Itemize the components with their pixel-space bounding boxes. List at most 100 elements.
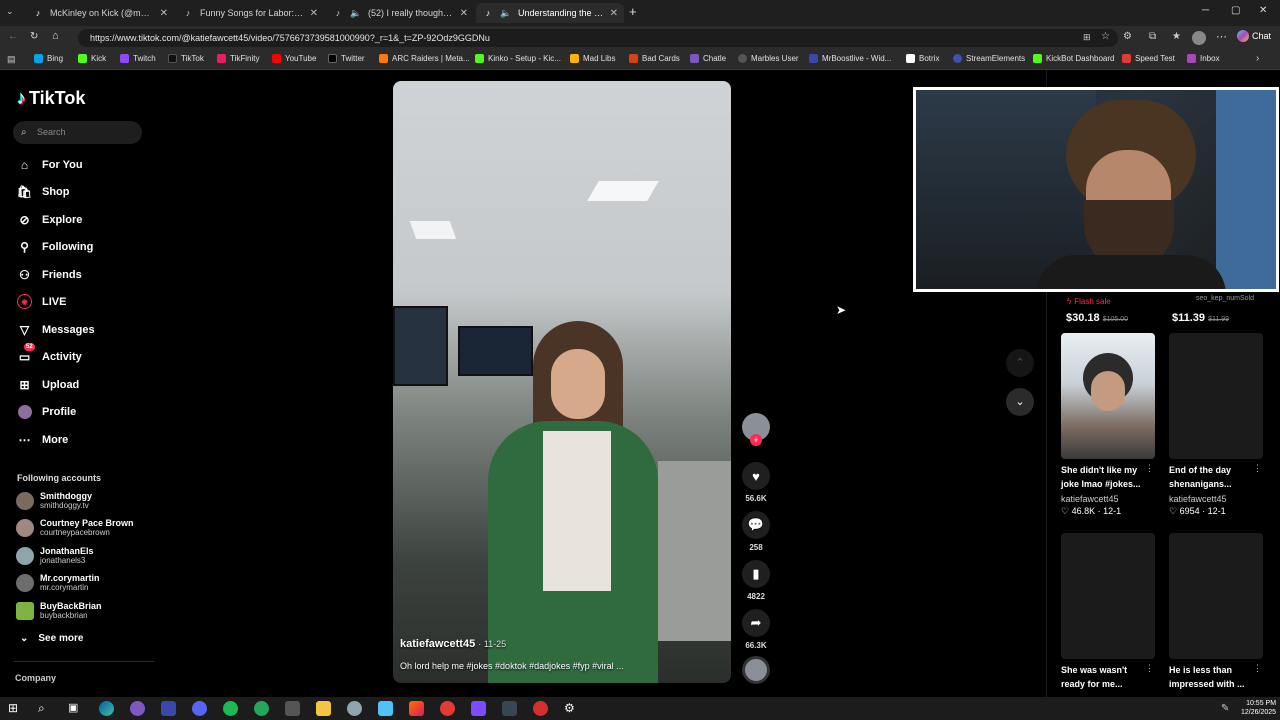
- app-icon[interactable]: [502, 701, 517, 716]
- app-icon[interactable]: [254, 701, 269, 716]
- browser-tab-1[interactable]: ♪ McKinley on Kick (@mckinley.tv) | ✕: [26, 3, 174, 23]
- bookmark-tikfinity[interactable]: TikFinity: [217, 54, 259, 63]
- video-author[interactable]: katiefawcett45 · 11-25: [400, 638, 506, 650]
- profile-avatar-icon[interactable]: [1192, 31, 1206, 45]
- bookmark-streamelements[interactable]: StreamElements: [953, 54, 1025, 63]
- discord-icon[interactable]: [192, 701, 207, 716]
- card-author[interactable]: katiefawcett45: [1169, 494, 1227, 504]
- card-menu-icon[interactable]: ⋮: [1253, 663, 1262, 674]
- favorites-icon[interactable]: ★: [1172, 31, 1181, 42]
- pen-tray-icon[interactable]: ✎: [1221, 701, 1236, 716]
- video-card-thumbnail[interactable]: [1169, 333, 1263, 459]
- app-icon[interactable]: [533, 701, 548, 716]
- bookmark-chatle[interactable]: Chatle: [690, 54, 726, 63]
- bookmark-mrboostlive[interactable]: MrBoostlive - Wid...: [809, 54, 891, 63]
- speaker-icon[interactable]: 🔈: [350, 7, 362, 19]
- card-menu-icon[interactable]: ⋮: [1145, 663, 1154, 674]
- app-icon[interactable]: [285, 701, 300, 716]
- bookmark-twitch[interactable]: Twitch: [120, 54, 156, 63]
- sound-avatar-button[interactable]: [741, 656, 771, 684]
- video-card-caption[interactable]: She didn't like my joke lmao #jokes...: [1061, 463, 1151, 491]
- product-price[interactable]: $30.18 $105.00: [1066, 312, 1128, 324]
- nav-messages[interactable]: ▽ Messages: [17, 322, 95, 337]
- product-price[interactable]: $11.39 $11.99: [1172, 312, 1229, 324]
- author-name[interactable]: katiefawcett45: [400, 638, 475, 650]
- card-menu-icon[interactable]: ⋮: [1145, 463, 1154, 474]
- url-input[interactable]: https://www.tiktok.com/@katiefawcett45/v…: [78, 29, 1118, 47]
- clock[interactable]: 10:55 PM 12/26/2025: [1241, 699, 1276, 717]
- search-icon[interactable]: ⌕: [38, 701, 53, 716]
- nav-friends[interactable]: ⚇ Friends: [17, 267, 82, 282]
- following-account[interactable]: BuyBackBrian buybackbrian: [16, 601, 102, 621]
- app-icon[interactable]: [440, 701, 455, 716]
- app-icon[interactable]: [130, 701, 145, 716]
- windows-start-icon[interactable]: ⊞: [8, 701, 23, 716]
- favorite-star-icon[interactable]: ☆: [1101, 31, 1110, 42]
- bookmark-mad-libs[interactable]: Mad Libs: [570, 54, 615, 63]
- previous-video-button[interactable]: ⌃: [1006, 349, 1034, 377]
- minimize-button[interactable]: ─: [1202, 5, 1209, 16]
- close-window-button[interactable]: ✕: [1259, 5, 1267, 16]
- edge-icon[interactable]: [99, 701, 114, 716]
- bookmark-speed-test[interactable]: Speed Test: [1122, 54, 1175, 63]
- close-tab-icon[interactable]: ✕: [610, 8, 618, 19]
- video-card-thumbnail[interactable]: [1061, 333, 1155, 459]
- following-account[interactable]: JonathanEls jonathanels3: [16, 546, 94, 566]
- app-icon[interactable]: [347, 701, 362, 716]
- copilot-chat-button[interactable]: Chat: [1237, 30, 1271, 42]
- browser-menu-icon[interactable]: ⋯: [1216, 30, 1227, 43]
- bookmarks-overflow-icon[interactable]: ›: [1256, 53, 1259, 64]
- close-tab-icon[interactable]: ✕: [310, 8, 318, 19]
- video-card-caption[interactable]: She was wasn't ready for me...: [1061, 663, 1151, 691]
- nav-profile[interactable]: Profile: [17, 404, 76, 419]
- tiktok-logo[interactable]: ♪ TikTok: [17, 88, 85, 109]
- browser-tab-4-active[interactable]: ♪ 🔈 Understanding the Humor in ✕: [476, 3, 624, 23]
- file-explorer-icon[interactable]: [316, 701, 331, 716]
- company-link[interactable]: Company: [15, 673, 56, 683]
- bookmark-kinko[interactable]: Kinko - Setup - Kic...: [475, 54, 561, 63]
- app-icon[interactable]: [471, 701, 486, 716]
- next-video-button[interactable]: ⌄: [1006, 388, 1034, 416]
- nav-explore[interactable]: ⊘ Explore: [17, 212, 82, 227]
- bookmark-kick[interactable]: Kick: [78, 54, 106, 63]
- video-card-thumbnail[interactable]: [1169, 533, 1263, 659]
- nav-for-you[interactable]: ⌂ For You: [17, 157, 83, 172]
- author-avatar-button[interactable]: +: [741, 413, 771, 446]
- follow-plus-icon[interactable]: +: [750, 434, 762, 446]
- nav-live[interactable]: ◉ LIVE: [17, 294, 66, 309]
- nav-activity[interactable]: ▭ 52 Activity: [17, 343, 82, 364]
- maximize-button[interactable]: ▢: [1231, 5, 1240, 16]
- app-icon[interactable]: [378, 701, 393, 716]
- video-card-caption[interactable]: He is less than impressed with ...: [1169, 663, 1259, 691]
- bookmark-kickbot[interactable]: KickBot Dashboard: [1033, 54, 1114, 63]
- video-player[interactable]: katiefawcett45 · 11-25 Oh lord help me #…: [393, 81, 731, 683]
- bookmark-youtube[interactable]: YouTube: [272, 54, 316, 63]
- following-account[interactable]: Mr.corymartin mr.corymartin: [16, 573, 100, 593]
- extensions-icon[interactable]: ⚙: [1123, 31, 1132, 42]
- new-tab-button[interactable]: +: [629, 4, 637, 19]
- bookmark-bad-cards[interactable]: Bad Cards: [629, 54, 680, 63]
- speaker-icon[interactable]: 🔈: [500, 7, 512, 19]
- bookmark-inbox[interactable]: Inbox: [1187, 54, 1220, 63]
- settings-icon[interactable]: ⚙: [564, 701, 579, 716]
- app-icon[interactable]: [409, 701, 424, 716]
- nav-more[interactable]: ⋯ More: [17, 432, 69, 447]
- back-icon[interactable]: ←: [8, 31, 18, 42]
- share-button[interactable]: ➦ 66.3K: [741, 609, 771, 650]
- comment-button[interactable]: 💬 258: [741, 511, 771, 552]
- refresh-icon[interactable]: ↻: [30, 31, 38, 42]
- nav-shop[interactable]: 🛍 Shop: [17, 184, 70, 199]
- bookmark-tiktok[interactable]: TikTok: [168, 54, 204, 63]
- bookmark-marbles-user[interactable]: Marbles User: [738, 54, 799, 63]
- bookmark-bing[interactable]: Bing: [34, 54, 63, 63]
- bookmark-twitter[interactable]: Twitter: [328, 54, 365, 63]
- see-more-button[interactable]: ⌄ See more: [20, 633, 83, 644]
- like-button[interactable]: ♥ 56.6K: [741, 462, 771, 503]
- spotify-icon[interactable]: [223, 701, 238, 716]
- card-menu-icon[interactable]: ⋮: [1253, 463, 1262, 474]
- nav-following[interactable]: ⚲ Following: [17, 239, 93, 254]
- home-icon[interactable]: ⌂: [52, 30, 59, 42]
- tab-list-dropdown-icon[interactable]: ⌄: [6, 6, 14, 17]
- bookmark-botrix[interactable]: Botrix: [906, 54, 939, 63]
- app-available-icon[interactable]: ⊞: [1083, 32, 1091, 43]
